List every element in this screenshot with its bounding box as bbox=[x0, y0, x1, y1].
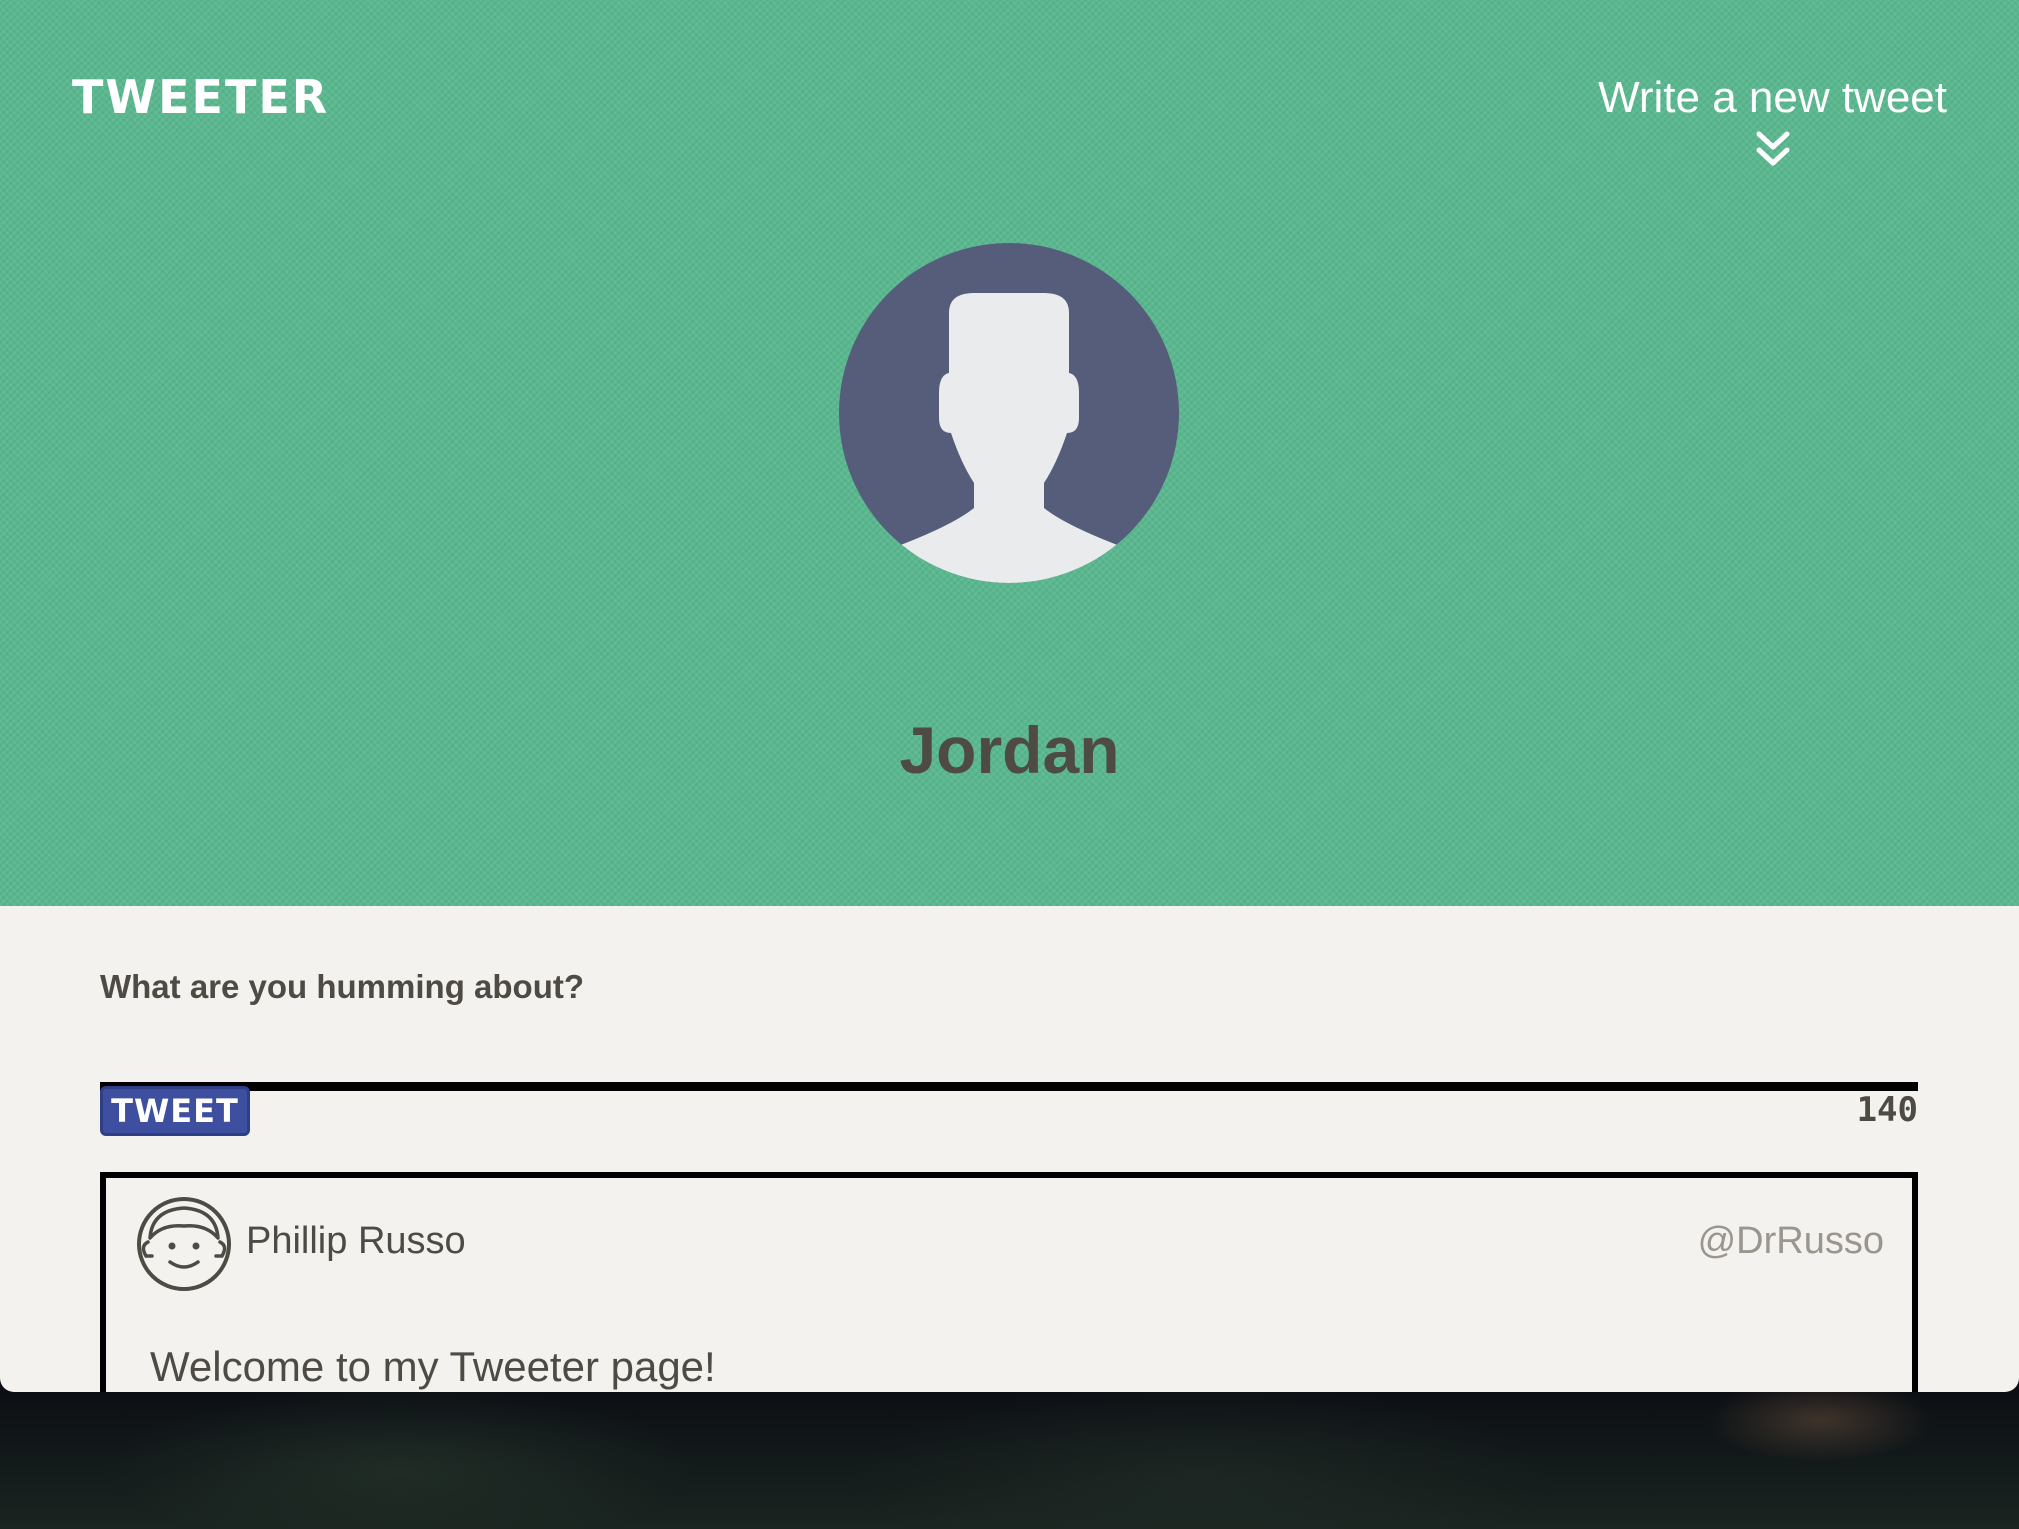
browser-window: TWEETER Write a new tweet Jordan What ar… bbox=[0, 0, 2019, 1392]
tweet-text-input[interactable] bbox=[100, 1018, 1918, 1091]
cartoon-face-icon bbox=[137, 1197, 231, 1291]
profile-header: TWEETER Write a new tweet Jordan bbox=[0, 0, 2019, 906]
tweet-card: Phillip Russo @DrRusso Welcome to my Twe… bbox=[100, 1172, 1918, 1392]
tweet-submit-button[interactable]: TWEET bbox=[100, 1086, 250, 1136]
app-logo: TWEETER bbox=[72, 70, 330, 124]
tweet-author-handle: @DrRusso bbox=[1697, 1220, 1884, 1262]
tweet-author-name: Phillip Russo bbox=[246, 1220, 466, 1262]
compose-prompt: What are you humming about? bbox=[100, 968, 584, 1005]
profile-name: Jordan bbox=[899, 713, 1120, 787]
write-new-tweet-link[interactable]: Write a new tweet bbox=[1598, 70, 1947, 170]
double-chevron-down-icon bbox=[1756, 131, 1790, 166]
character-counter: 140 bbox=[1856, 1090, 1918, 1130]
tweet-content: Welcome to my Tweeter page! bbox=[150, 1343, 716, 1390]
user-silhouette-icon bbox=[839, 243, 1179, 583]
write-new-tweet-label: Write a new tweet bbox=[1598, 73, 1947, 122]
